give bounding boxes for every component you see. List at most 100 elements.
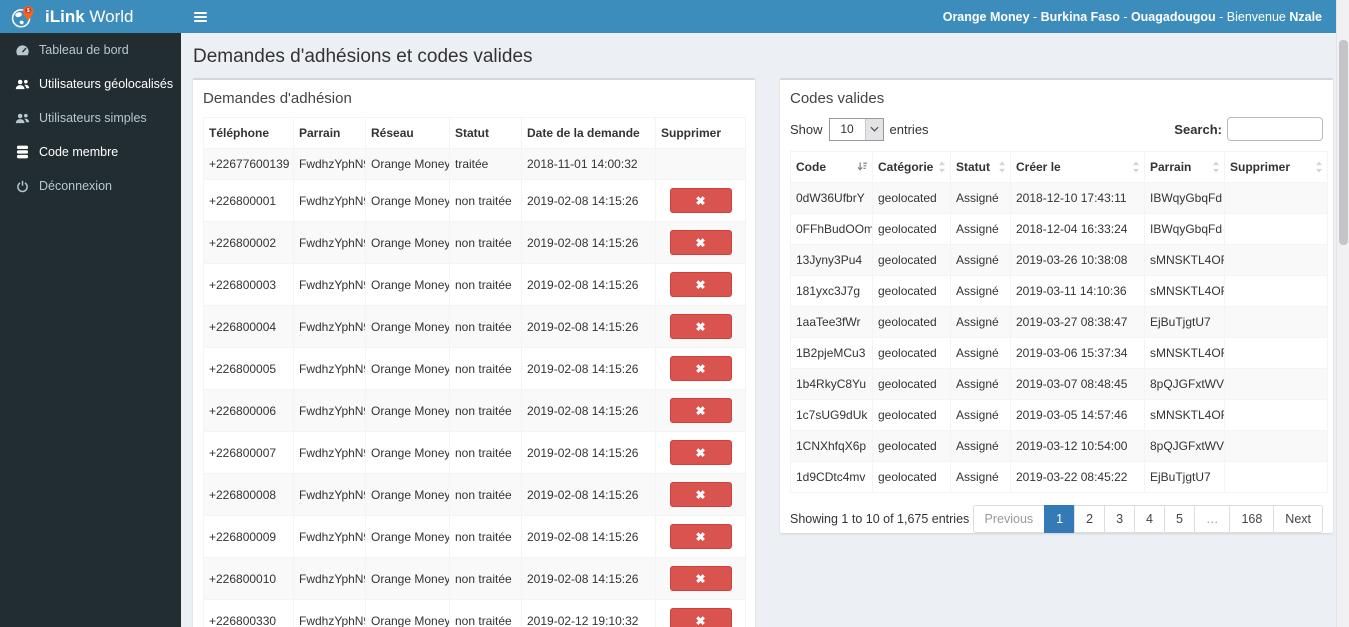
cell-network: Orange Money: [365, 179, 450, 222]
cell-date: 2019-02-08 14:15:26: [521, 389, 656, 432]
scrollbar-thumb[interactable]: [1339, 40, 1348, 245]
cell-status: Assigné: [950, 430, 1011, 462]
pagination-page-2[interactable]: 2: [1074, 505, 1106, 533]
cell-status: Assigné: [950, 244, 1011, 276]
delete-request-button[interactable]: ✖: [669, 608, 732, 627]
sort-icon: [998, 161, 1006, 173]
cell-parrain: FwdhzYphN9: [293, 431, 366, 474]
delete-request-button[interactable]: ✖: [669, 440, 732, 465]
sidebar-item-utilisateurs-geolocalises[interactable]: Utilisateurs géolocalisés: [0, 67, 181, 101]
cell-phone: +226800010: [203, 557, 294, 600]
cell-delete: [1224, 182, 1328, 214]
pagination-next-button[interactable]: Next: [1273, 505, 1323, 533]
brand-link[interactable]: $ iLink World: [0, 0, 181, 33]
col-parrain[interactable]: Parrain: [1144, 151, 1225, 183]
datatable-footer: Showing 1 to 10 of 1,675 entries Previou…: [790, 505, 1323, 533]
code-row: 0FFhBudOOm geolocated Assigné 2018-12-04…: [790, 213, 1328, 245]
cell-created: 2018-12-04 16:33:24: [1010, 213, 1145, 245]
col-code[interactable]: Code: [790, 151, 873, 183]
page-length-select[interactable]: 10: [828, 117, 884, 141]
codes-table-body: 0dW36UfbrY geolocated Assigné 2018-12-10…: [790, 182, 1328, 493]
top-navbar: $ iLink World Orange Money - Burkina Fas…: [0, 0, 1336, 33]
delete-request-button[interactable]: ✖: [669, 272, 732, 297]
cell-parrain: FwdhzYphN9: [293, 389, 366, 432]
sidebar-item-code-membre[interactable]: Code membre: [0, 135, 181, 169]
search-control: Search:: [1174, 117, 1323, 141]
search-label: Search:: [1174, 121, 1222, 137]
cell-category: geolocated: [872, 337, 951, 369]
pagination-ellipsis: …: [1193, 505, 1231, 533]
code-row: 1b4RkyC8Yu geolocated Assigné 2019-03-07…: [790, 368, 1328, 400]
col-supprimer[interactable]: Supprimer: [1224, 151, 1328, 183]
cell-status: non traitée: [449, 221, 522, 264]
cell-parrain: FwdhzYphN9: [293, 179, 366, 222]
sidebar-item-deconnexion[interactable]: Déconnexion: [0, 169, 181, 203]
pagination-previous-button[interactable]: Previous: [972, 505, 1046, 533]
pagination-page-4[interactable]: 4: [1134, 505, 1165, 533]
chevron-down-icon: [864, 118, 883, 140]
cell-status: non traitée: [449, 431, 522, 474]
sidebar-item-utilisateurs-simples[interactable]: Utilisateurs simples: [0, 101, 181, 135]
pagination-page-5[interactable]: 5: [1163, 505, 1195, 533]
cell-category: geolocated: [872, 368, 951, 400]
cell-status: non traitée: [449, 305, 522, 348]
request-row: +226800007 FwdhzYphN9 Orange Money non t…: [203, 431, 746, 474]
delete-request-button[interactable]: ✖: [669, 188, 732, 213]
cell-status: non traitée: [449, 557, 522, 600]
requests-table: Téléphone Parrain Réseau Statut Date de …: [203, 117, 746, 627]
col-categorie[interactable]: Catégorie: [872, 151, 951, 183]
sidebar-item-tableau-de-bord[interactable]: Tableau de bord: [0, 33, 181, 67]
app-logo-globe-pin-icon: $: [10, 4, 36, 30]
delete-request-button[interactable]: ✖: [669, 230, 732, 255]
delete-request-button[interactable]: ✖: [669, 566, 732, 591]
sort-icon: [938, 161, 946, 173]
delete-request-button[interactable]: ✖: [669, 314, 732, 339]
cell-delete: ✖: [655, 599, 746, 627]
sidebar-toggle-button[interactable]: [181, 0, 219, 33]
navbar-user-info: Orange Money - Burkina Faso - Ouagadougo…: [942, 9, 1322, 24]
pagination-page-3[interactable]: 3: [1104, 505, 1136, 533]
codes-table-header: Code Catégorie Statut Créer le Parrain S…: [790, 151, 1328, 183]
user-network: Orange Money: [942, 9, 1030, 24]
cell-phone: +22677600139: [203, 148, 294, 180]
request-row: +22677600139 FwdhzYphN9 Orange Money tra…: [203, 148, 746, 180]
code-row: 1d9CDtc4mv geolocated Assigné 2019-03-22…: [790, 461, 1328, 493]
cell-created: 2019-03-22 08:45:22: [1010, 461, 1145, 493]
delete-request-button[interactable]: ✖: [669, 482, 732, 507]
cell-code: 0FFhBudOOm: [790, 213, 873, 245]
cell-parrain: IBWqyGbqFd: [1144, 213, 1225, 245]
delete-request-button[interactable]: ✖: [669, 398, 732, 423]
requests-table-body: +22677600139 FwdhzYphN9 Orange Money tra…: [203, 148, 746, 627]
cell-code: 1d9CDtc4mv: [790, 461, 873, 493]
search-input[interactable]: [1227, 117, 1323, 141]
cell-date: 2019-02-08 14:15:26: [521, 557, 656, 600]
pagination-page-168[interactable]: 168: [1229, 505, 1275, 533]
cell-phone: +226800007: [203, 431, 294, 474]
x-icon: ✖: [695, 193, 706, 208]
cell-delete: [1224, 275, 1328, 307]
cell-phone: +226800330: [203, 599, 294, 627]
cell-status: Assigné: [950, 213, 1011, 245]
vertical-scrollbar[interactable]: [1336, 0, 1349, 627]
pagination-page-1[interactable]: 1: [1044, 505, 1076, 533]
request-row: +226800009 FwdhzYphN9 Orange Money non t…: [203, 515, 746, 558]
sidebar: Tableau de bord Utilisateurs géolocalisé…: [0, 33, 181, 627]
cell-parrain: FwdhzYphN9: [293, 557, 366, 600]
cell-parrain: EjBuTjgtU7: [1144, 461, 1225, 493]
col-creer-le[interactable]: Créer le: [1010, 151, 1145, 183]
delete-request-button[interactable]: ✖: [669, 524, 732, 549]
col-date: Date de la demande: [521, 117, 656, 149]
cell-category: geolocated: [872, 182, 951, 214]
cell-code: 1aaTee3fWr: [790, 306, 873, 338]
cell-status: non traitée: [449, 389, 522, 432]
cell-parrain: sMNSKTL4OR: [1144, 399, 1225, 431]
cell-phone: +226800006: [203, 389, 294, 432]
cell-parrain: sMNSKTL4OR: [1144, 337, 1225, 369]
delete-request-button[interactable]: ✖: [669, 356, 732, 381]
cell-date: 2019-02-08 14:15:26: [521, 431, 656, 474]
cell-status: Assigné: [950, 275, 1011, 307]
page-length-value: 10: [840, 122, 854, 136]
cell-delete: [655, 148, 746, 180]
col-statut[interactable]: Statut: [950, 151, 1011, 183]
x-icon: ✖: [695, 235, 706, 250]
